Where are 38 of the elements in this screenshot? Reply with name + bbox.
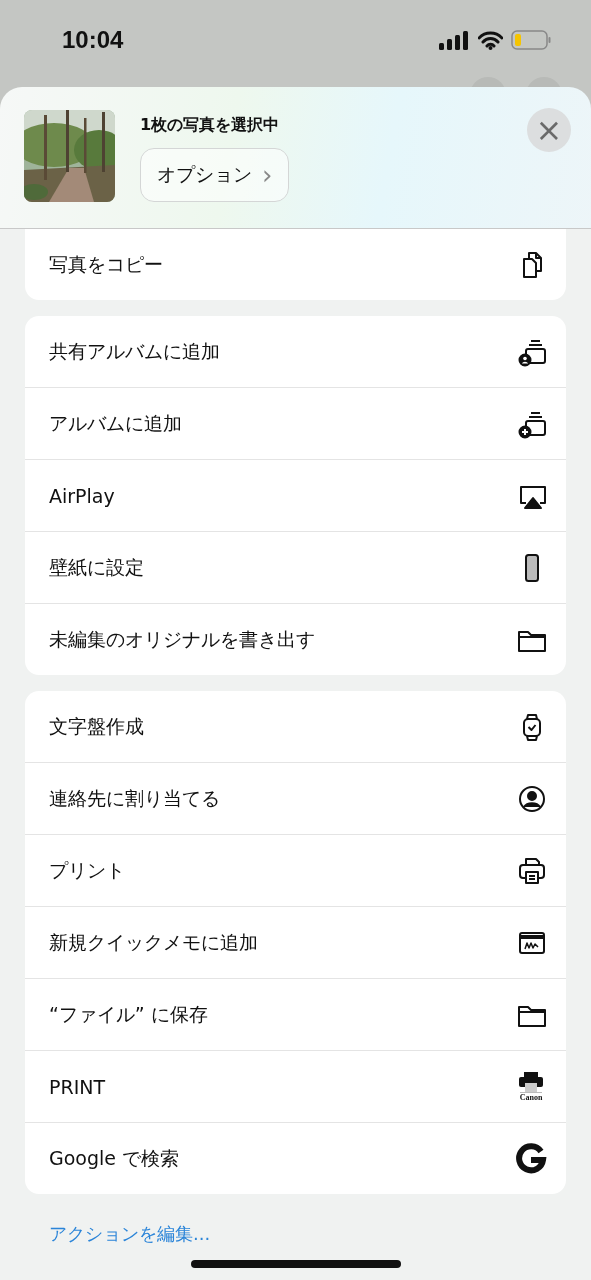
- action-row[interactable]: AirPlay: [25, 459, 566, 531]
- status-time: 10:04: [62, 26, 124, 54]
- selection-title: 1枚の写真を選択中: [140, 115, 281, 136]
- action-row[interactable]: プリント: [25, 834, 566, 906]
- action-label: アルバムに追加: [49, 410, 182, 436]
- action-row[interactable]: 共有アルバムに追加: [25, 316, 566, 387]
- person-icon: [517, 783, 547, 814]
- action-label: 文字盤作成: [49, 713, 144, 739]
- action-row[interactable]: 未編集のオリジナルを書き出す: [25, 603, 566, 675]
- action-row[interactable]: 写真をコピー: [25, 229, 566, 300]
- action-row[interactable]: 連絡先に割り当てる: [25, 762, 566, 834]
- battery-icon: [511, 30, 551, 50]
- action-row[interactable]: PRINT Canon: [25, 1050, 566, 1122]
- edit-actions-link[interactable]: アクションを編集...: [0, 1194, 591, 1246]
- printer-icon: [517, 855, 547, 886]
- action-label: 連絡先に割り当てる: [49, 785, 220, 811]
- action-label: 写真をコピー: [49, 251, 163, 277]
- action-label: プリント: [49, 857, 125, 883]
- action-row[interactable]: 新規クイックメモに追加: [25, 906, 566, 978]
- action-label: PRINT: [49, 1075, 106, 1098]
- action-row[interactable]: “ファイル” に保存: [25, 978, 566, 1050]
- action-row[interactable]: 文字盤作成: [25, 691, 566, 762]
- action-label: 共有アルバムに追加: [49, 338, 220, 364]
- close-button[interactable]: ×: [527, 108, 571, 152]
- action-label: 未編集のオリジナルを書き出す: [49, 626, 315, 652]
- action-row[interactable]: 壁紙に設定: [25, 531, 566, 603]
- action-label: 新規クイックメモに追加: [49, 929, 258, 955]
- g-logo-icon: [515, 1142, 547, 1175]
- action-label: 壁紙に設定: [49, 554, 144, 580]
- action-row[interactable]: Google で検索: [25, 1122, 566, 1194]
- wifi-icon: [478, 30, 503, 50]
- action-label: “ファイル” に保存: [49, 1001, 208, 1027]
- signal-icon: [439, 30, 470, 50]
- chevron-icon: ›: [262, 162, 273, 188]
- action-label: AirPlay: [49, 484, 115, 507]
- action-label: Google で検索: [49, 1145, 180, 1171]
- options-button[interactable]: オプション ›: [140, 148, 290, 202]
- action-row[interactable]: アルバムに追加: [25, 387, 566, 459]
